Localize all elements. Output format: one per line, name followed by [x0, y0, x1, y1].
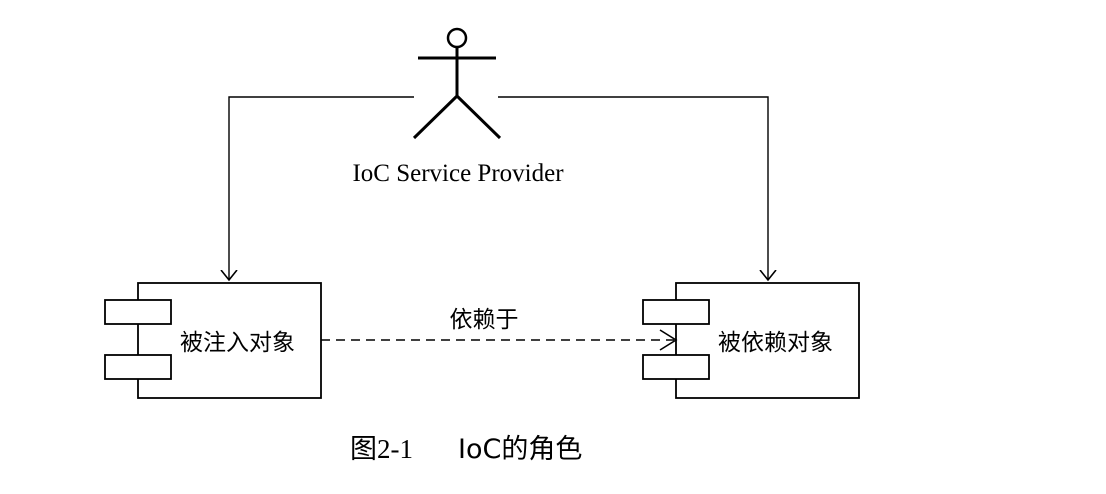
- component-label: 被依赖对象: [718, 330, 833, 356]
- association-line-to-dependent: [498, 96, 768, 280]
- actor-left-leg: [412, 94, 459, 140]
- component-label: 被注入对象: [180, 330, 295, 356]
- actor-head: [446, 27, 468, 49]
- figure-number: 图2-1: [350, 434, 413, 464]
- ioc-roles-diagram: IoC Service Provider 被注入对象 被依赖对象 依赖于 图2-…: [104, 27, 860, 465]
- actor-icon: [412, 27, 502, 140]
- figure-caption: 图2-1 IoC的角色: [350, 434, 582, 465]
- dependency-label: 依赖于: [450, 307, 519, 333]
- component-injected: 被注入对象: [104, 282, 322, 399]
- figure-title: IoC的角色: [458, 434, 582, 465]
- actor-label: IoC Service Provider: [352, 160, 564, 187]
- actor-right-leg: [455, 94, 502, 140]
- association-line-to-injected: [229, 96, 414, 280]
